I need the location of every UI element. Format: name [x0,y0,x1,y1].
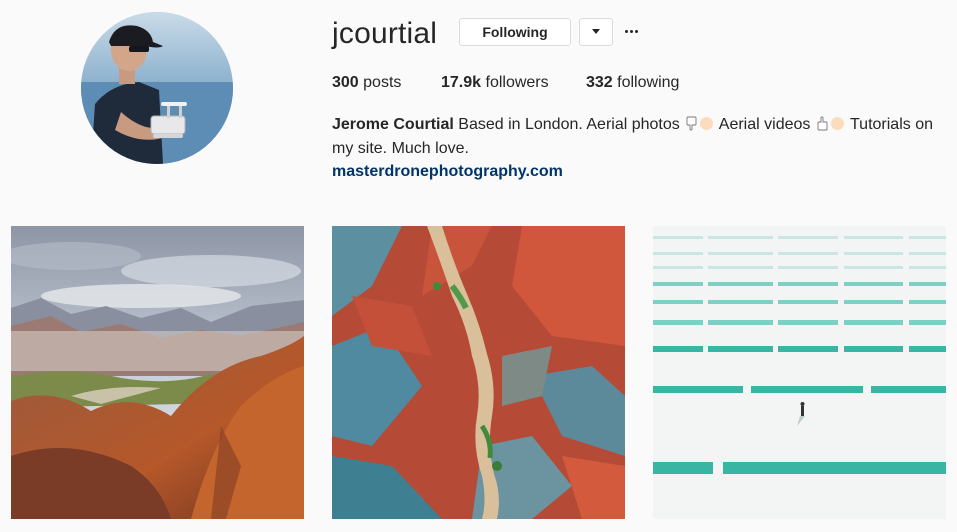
post-tile-mountain-valley[interactable] [11,226,304,519]
avatar-photo [81,12,233,164]
full-name: Jerome Courtial [332,116,454,133]
post-tile-salt-flats[interactable] [653,226,946,519]
profile-page: jcourtial Following 300 posts 17.9k foll… [0,0,957,532]
website-link[interactable]: masterdronephotography.com [332,161,563,183]
pointing-down-hand-icon [684,116,700,131]
followers-count[interactable]: 17.9k followers [441,73,549,93]
mountain-valley-photo [11,226,304,519]
following-count[interactable]: 332 following [586,73,679,93]
pointing-up-hand-icon [815,116,831,131]
more-options-button[interactable] [622,20,642,42]
bio: Jerome Courtial Based in London. Aerial … [332,113,942,161]
bio-text-2: Aerial videos [718,116,811,133]
post-tile-red-canyon[interactable] [332,226,625,519]
skin-tone-modifier-icon [700,117,714,130]
salt-flats-aerial-photo [653,226,946,519]
skin-tone-modifier-icon [830,117,844,130]
following-count-label: following [617,74,680,91]
posts-count: 300 posts [332,73,401,93]
posts-count-label: posts [363,74,402,91]
username: jcourtial [332,17,438,50]
followers-count-value: 17.9k [441,74,482,91]
posts-count-value: 300 [332,74,359,91]
suggestions-dropdown-button[interactable] [579,18,613,46]
following-count-value: 332 [586,74,613,91]
avatar[interactable] [81,12,233,164]
following-button[interactable]: Following [459,18,571,46]
more-options-icon [625,30,628,33]
bio-text-1: Based in London. Aerial photos [458,116,680,133]
chevron-down-icon [592,29,600,34]
followers-count-label: followers [485,74,549,91]
red-canyon-river-aerial-photo [332,226,625,519]
